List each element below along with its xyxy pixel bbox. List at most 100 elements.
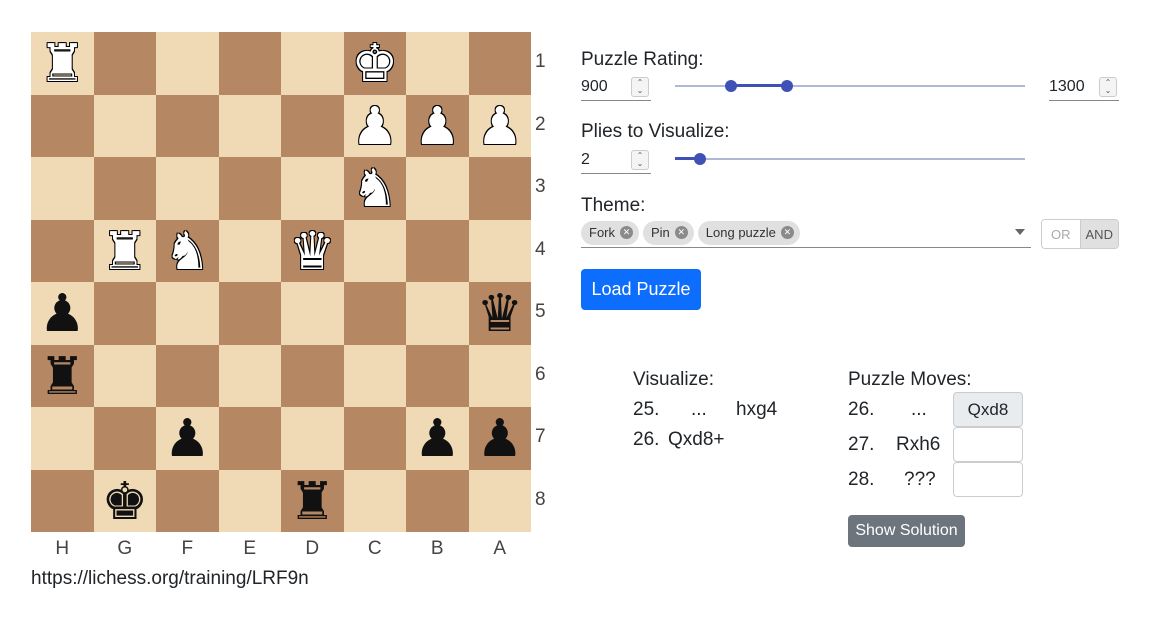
black-pawn-icon[interactable]: ♟: [39, 288, 86, 340]
square-g4[interactable]: ♜: [93, 219, 156, 282]
square-e6[interactable]: [218, 344, 281, 407]
slider-thumb[interactable]: [693, 153, 706, 165]
chess-board[interactable]: ♜ ♚ ♟ ♟ ♟ ♞ ♜ ♞ ♛ ♟ ♛ ♜ ♟ ♟ ♟ ♚ ♜: [31, 32, 531, 532]
square-b3[interactable]: [406, 157, 469, 220]
black-rook-icon[interactable]: ♜: [39, 351, 86, 403]
rating-range-slider[interactable]: [675, 76, 1025, 96]
square-d3[interactable]: [281, 157, 344, 220]
square-d5[interactable]: [281, 282, 344, 345]
square-h3[interactable]: [31, 157, 94, 220]
spinner-icon[interactable]: ⌃ ⌄: [1099, 76, 1117, 97]
square-f2[interactable]: [156, 94, 219, 157]
square-d1[interactable]: [281, 32, 344, 95]
square-a1[interactable]: [468, 32, 531, 95]
square-f7[interactable]: ♟: [156, 407, 219, 470]
square-e2[interactable]: [218, 94, 281, 157]
square-a8[interactable]: [468, 469, 531, 532]
square-d8[interactable]: ♜: [281, 469, 344, 532]
show-solution-button[interactable]: Show Solution: [848, 515, 965, 547]
square-h6[interactable]: ♜: [31, 344, 94, 407]
square-h4[interactable]: [31, 219, 94, 282]
white-pawn-icon[interactable]: ♟: [476, 101, 523, 153]
square-g5[interactable]: [93, 282, 156, 345]
chip-remove-icon[interactable]: ✕: [620, 226, 633, 239]
slider-thumb-low[interactable]: [725, 80, 737, 92]
square-c7[interactable]: [343, 407, 406, 470]
square-b8[interactable]: [406, 469, 469, 532]
answer-box[interactable]: [953, 427, 1023, 462]
square-f8[interactable]: [156, 469, 219, 532]
logic-or-button[interactable]: OR: [1042, 220, 1080, 248]
black-king-icon[interactable]: ♚: [101, 476, 148, 528]
square-e1[interactable]: [218, 32, 281, 95]
logic-and-button[interactable]: AND: [1079, 220, 1118, 248]
square-f1[interactable]: [156, 32, 219, 95]
theme-chip[interactable]: Long puzzle ✕: [697, 220, 800, 245]
square-f6[interactable]: [156, 344, 219, 407]
square-c4[interactable]: [343, 219, 406, 282]
black-pawn-icon[interactable]: ♟: [476, 413, 523, 465]
square-d2[interactable]: [281, 94, 344, 157]
square-h5[interactable]: ♟: [31, 282, 94, 345]
white-pawn-icon[interactable]: ♟: [351, 101, 398, 153]
square-f4[interactable]: ♞: [156, 219, 219, 282]
square-c2[interactable]: ♟: [343, 94, 406, 157]
square-a7[interactable]: ♟: [468, 407, 531, 470]
theme-chip[interactable]: Pin ✕: [643, 220, 694, 245]
square-g6[interactable]: [93, 344, 156, 407]
square-d7[interactable]: [281, 407, 344, 470]
square-g1[interactable]: [93, 32, 156, 95]
rating-min-input[interactable]: 900 ⌃ ⌄: [581, 73, 651, 101]
square-c3[interactable]: ♞: [343, 157, 406, 220]
square-a3[interactable]: [468, 157, 531, 220]
square-c6[interactable]: [343, 344, 406, 407]
chip-remove-icon[interactable]: ✕: [674, 226, 688, 239]
square-d6[interactable]: [281, 344, 344, 407]
plies-input[interactable]: 2 ⌃ ⌄: [581, 146, 651, 174]
square-g3[interactable]: [93, 157, 156, 220]
white-rook-icon[interactable]: ♜: [101, 226, 148, 278]
square-g8[interactable]: ♚: [93, 469, 156, 532]
theme-chip[interactable]: Fork ✕: [581, 220, 639, 245]
black-queen-icon[interactable]: ♛: [476, 288, 523, 340]
theme-logic-toggle[interactable]: OR AND: [1041, 219, 1119, 249]
answer-box[interactable]: Qxd8: [953, 392, 1023, 427]
plies-slider[interactable]: [675, 149, 1025, 169]
square-b4[interactable]: [406, 219, 469, 282]
square-e4[interactable]: [218, 219, 281, 282]
square-e8[interactable]: [218, 469, 281, 532]
white-rook-icon[interactable]: ♜: [39, 38, 86, 90]
square-e3[interactable]: [218, 157, 281, 220]
square-c1[interactable]: ♚: [343, 32, 406, 95]
square-b1[interactable]: [406, 32, 469, 95]
square-d4[interactable]: ♛: [281, 219, 344, 282]
square-h8[interactable]: [31, 469, 94, 532]
load-puzzle-button[interactable]: Load Puzzle: [581, 269, 701, 310]
square-a5[interactable]: ♛: [468, 282, 531, 345]
square-f5[interactable]: [156, 282, 219, 345]
square-h2[interactable]: [31, 94, 94, 157]
puzzle-link[interactable]: https://lichess.org/training/LRF9n: [31, 568, 309, 590]
dropdown-caret-icon[interactable]: [1015, 229, 1025, 235]
white-knight-icon[interactable]: ♞: [164, 226, 211, 278]
spinner-icon[interactable]: ⌃ ⌄: [631, 149, 649, 170]
square-g2[interactable]: [93, 94, 156, 157]
square-e5[interactable]: [218, 282, 281, 345]
square-a4[interactable]: [468, 219, 531, 282]
square-h7[interactable]: [31, 407, 94, 470]
slider-thumb-high[interactable]: [781, 80, 793, 92]
square-b6[interactable]: [406, 344, 469, 407]
white-pawn-icon[interactable]: ♟: [414, 101, 461, 153]
square-e7[interactable]: [218, 407, 281, 470]
theme-multiselect[interactable]: Fork ✕ Pin ✕ Long puzzle ✕: [581, 218, 1031, 248]
white-queen-icon[interactable]: ♛: [289, 226, 336, 278]
square-c5[interactable]: [343, 282, 406, 345]
black-pawn-icon[interactable]: ♟: [164, 413, 211, 465]
answer-box[interactable]: [953, 462, 1023, 497]
square-a2[interactable]: ♟: [468, 94, 531, 157]
square-b5[interactable]: [406, 282, 469, 345]
chip-remove-icon[interactable]: ✕: [780, 226, 794, 239]
white-knight-icon[interactable]: ♞: [351, 163, 398, 215]
rating-max-input[interactable]: 1300 ⌃ ⌄: [1049, 73, 1119, 101]
spinner-icon[interactable]: ⌃ ⌄: [631, 76, 649, 97]
